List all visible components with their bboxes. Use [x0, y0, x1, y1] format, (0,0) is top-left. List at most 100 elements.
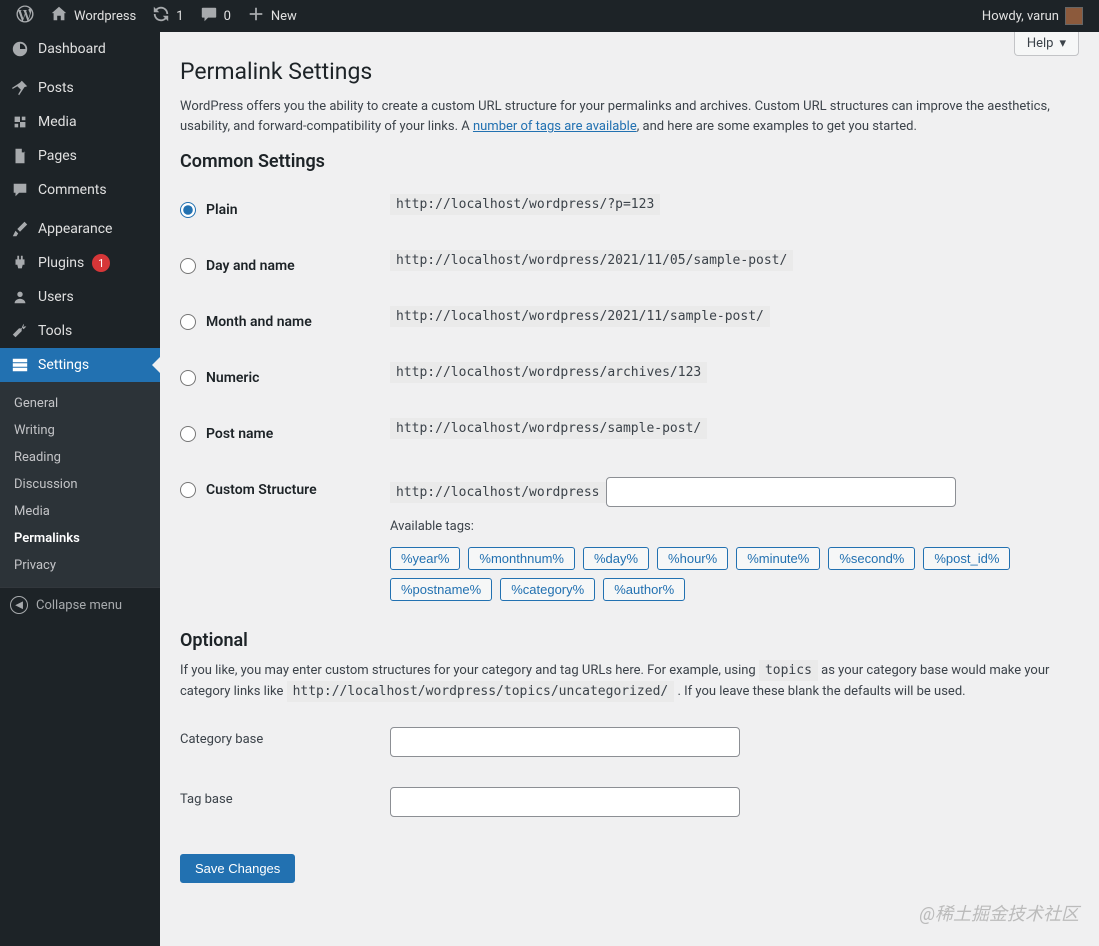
help-button[interactable]: Help▾	[1014, 32, 1079, 56]
option-month-name[interactable]: Month and name	[180, 314, 370, 330]
tools-icon	[10, 322, 30, 340]
option-example: http://localhost/wordpress/sample-post/	[390, 418, 707, 439]
optional-code-url: http://localhost/wordpress/topics/uncate…	[287, 681, 675, 702]
comments-link[interactable]: 0	[192, 0, 239, 32]
wordpress-icon	[16, 5, 34, 27]
sidebar-item-dashboard[interactable]: Dashboard	[0, 32, 160, 66]
sidebar-item-label: Pages	[38, 148, 77, 164]
collapse-icon: ◄	[10, 596, 28, 614]
submenu-item-permalinks[interactable]: Permalinks	[0, 525, 160, 552]
radio-day-name[interactable]	[180, 258, 196, 274]
option-label: Month and name	[206, 314, 312, 330]
tag-button[interactable]: %author%	[603, 578, 685, 601]
users-icon	[10, 288, 30, 306]
sidebar-item-label: Comments	[38, 182, 107, 198]
option-label: Numeric	[206, 370, 259, 386]
tag-button[interactable]: %minute%	[736, 547, 820, 570]
settings-icon	[10, 356, 30, 374]
category-base-label: Category base	[180, 712, 380, 772]
radio-plain[interactable]	[180, 202, 196, 218]
custom-prefix: http://localhost/wordpress	[390, 482, 606, 503]
optional-heading: Optional	[180, 630, 1079, 651]
sidebar-item-label: Dashboard	[38, 41, 106, 57]
option-post-name[interactable]: Post name	[180, 426, 370, 442]
comments-icon	[10, 181, 30, 199]
update-icon	[152, 5, 170, 27]
tag-button[interactable]: %post_id%	[923, 547, 1010, 570]
radio-numeric[interactable]	[180, 370, 196, 386]
tag-button[interactable]: %monthnum%	[468, 547, 575, 570]
common-settings-heading: Common Settings	[180, 151, 1079, 172]
radio-post-name[interactable]	[180, 426, 196, 442]
custom-structure-input[interactable]	[606, 477, 956, 507]
sidebar-item-label: Media	[38, 114, 77, 130]
option-label: Plain	[206, 202, 238, 218]
option-label: Post name	[206, 426, 273, 442]
sidebar-item-plugins[interactable]: Plugins 1	[0, 246, 160, 280]
tag-button[interactable]: %category%	[500, 578, 595, 601]
tag-button[interactable]: %hour%	[657, 547, 728, 570]
account-link[interactable]: Howdy, varun	[974, 0, 1091, 32]
option-example: http://localhost/wordpress/?p=123	[390, 194, 660, 215]
sidebar-item-comments[interactable]: Comments	[0, 173, 160, 207]
radio-custom[interactable]	[180, 482, 196, 498]
option-example: http://localhost/wordpress/2021/11/05/sa…	[390, 250, 793, 271]
brush-icon	[10, 220, 30, 238]
tags-link[interactable]: number of tags are available	[473, 119, 637, 134]
option-day-name[interactable]: Day and name	[180, 258, 370, 274]
radio-month-name[interactable]	[180, 314, 196, 330]
sidebar-item-label: Plugins	[38, 255, 84, 271]
new-label: New	[271, 9, 297, 24]
option-custom[interactable]: Custom Structure	[180, 482, 370, 498]
sidebar-item-media[interactable]: Media	[0, 105, 160, 139]
submenu-item-discussion[interactable]: Discussion	[0, 471, 160, 498]
plus-icon	[247, 5, 265, 27]
submenu-item-general[interactable]: General	[0, 390, 160, 417]
save-button[interactable]: Save Changes	[180, 854, 295, 883]
submenu-item-reading[interactable]: Reading	[0, 444, 160, 471]
sidebar-item-settings[interactable]: Settings	[0, 348, 160, 382]
tag-base-input[interactable]	[390, 787, 740, 817]
submenu-item-media[interactable]: Media	[0, 498, 160, 525]
plugins-badge: 1	[92, 254, 110, 272]
sidebar-item-pages[interactable]: Pages	[0, 139, 160, 173]
site-link[interactable]: Wordpress	[42, 0, 144, 32]
sidebar-item-tools[interactable]: Tools	[0, 314, 160, 348]
optional-code-topics: topics	[759, 660, 818, 681]
pin-icon	[10, 79, 30, 97]
available-tags-label: Available tags:	[390, 517, 1069, 537]
sidebar-item-label: Posts	[38, 80, 74, 96]
tag-button[interactable]: %year%	[390, 547, 460, 570]
sidebar-item-label: Settings	[38, 357, 89, 373]
collapse-menu[interactable]: ◄ Collapse menu	[0, 587, 160, 622]
updates-count: 1	[176, 9, 183, 24]
option-plain[interactable]: Plain	[180, 202, 370, 218]
tag-base-label: Tag base	[180, 772, 380, 832]
tag-button[interactable]: %day%	[583, 547, 649, 570]
sidebar-item-label: Users	[38, 289, 74, 305]
tag-button[interactable]: %second%	[828, 547, 915, 570]
new-content-link[interactable]: New	[239, 0, 305, 32]
updates-link[interactable]: 1	[144, 0, 191, 32]
sidebar-item-appearance[interactable]: Appearance	[0, 212, 160, 246]
submenu-item-writing[interactable]: Writing	[0, 417, 160, 444]
tag-button[interactable]: %postname%	[390, 578, 492, 601]
howdy-text: Howdy, varun	[982, 9, 1059, 24]
pending-comments-count: 0	[224, 9, 231, 24]
submenu-item-privacy[interactable]: Privacy	[0, 552, 160, 579]
sidebar-item-posts[interactable]: Posts	[0, 71, 160, 105]
wp-logo[interactable]	[8, 0, 42, 32]
dashboard-icon	[10, 40, 30, 58]
option-example: http://localhost/wordpress/2021/11/sampl…	[390, 306, 770, 327]
plugin-icon	[10, 254, 30, 272]
option-example: http://localhost/wordpress/archives/123	[390, 362, 707, 383]
option-label: Custom Structure	[206, 482, 317, 498]
option-numeric[interactable]: Numeric	[180, 370, 370, 386]
category-base-input[interactable]	[390, 727, 740, 757]
site-name: Wordpress	[74, 9, 136, 24]
option-label: Day and name	[206, 258, 295, 274]
help-label: Help	[1027, 36, 1054, 51]
collapse-label: Collapse menu	[36, 598, 122, 613]
sidebar-item-users[interactable]: Users	[0, 280, 160, 314]
page-title: Permalink Settings	[180, 58, 1079, 85]
